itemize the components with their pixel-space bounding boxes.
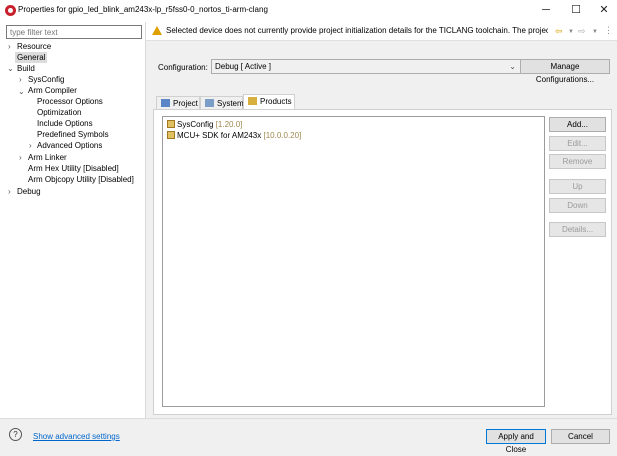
product-version: [10.0.0.20] (263, 131, 302, 140)
close-button[interactable]: ✕ (589, 0, 617, 22)
view-menu-icon[interactable]: ⋮ (604, 25, 613, 36)
ti-logo-icon (5, 5, 16, 16)
warning-icon (152, 26, 162, 35)
tree-item-processor-options[interactable]: Processor Options (37, 96, 103, 107)
tree-item-debug[interactable]: Debug (17, 186, 41, 197)
warning-message: Selected device does not currently provi… (166, 26, 548, 35)
tree-item-resource[interactable]: Resource (17, 41, 51, 52)
back-arrow-icon[interactable]: ⇦ (555, 26, 563, 37)
chevron-down-icon[interactable]: ▼ (592, 29, 598, 35)
tree-item-predefined-symbols[interactable]: Predefined Symbols (37, 129, 109, 140)
tab-project-label: Project (173, 99, 198, 108)
property-tree-pane: › Resource General ⌄ Build › SysConfig ⌄… (0, 22, 146, 418)
forward-arrow-icon[interactable]: ⇨ (578, 26, 586, 37)
tree-item-sysconfig[interactable]: SysConfig (28, 74, 64, 85)
tree-item-include-options[interactable]: Include Options (37, 118, 93, 129)
tab-system-label: System (217, 99, 244, 108)
project-icon (161, 99, 170, 107)
filter-input[interactable] (6, 25, 142, 39)
tab-system[interactable]: System (200, 96, 244, 109)
minimize-button[interactable]: ─ (531, 0, 561, 22)
tree-item-general[interactable]: General (15, 52, 48, 63)
tree-item-arm-linker[interactable]: Arm Linker (28, 152, 67, 163)
system-icon (205, 99, 214, 107)
chevron-right-icon[interactable]: › (8, 42, 11, 51)
product-name: SysConfig (177, 120, 214, 129)
chevron-down-icon[interactable]: ▼ (568, 29, 574, 35)
add-button[interactable]: Add... (549, 117, 606, 132)
chevron-down-icon[interactable]: ⌄ (7, 64, 14, 73)
apply-and-close-button[interactable]: Apply and Close (486, 429, 546, 454)
tree-item-arm-compiler[interactable]: Arm Compiler (28, 85, 77, 96)
edit-button[interactable]: Edit... (549, 136, 606, 151)
tab-project[interactable]: Project (156, 96, 200, 109)
manage-configurations-button[interactable]: Manage Configurations... (520, 59, 610, 84)
tab-products[interactable]: Products (243, 94, 295, 109)
list-item[interactable]: SysConfig [1.20.0] (167, 119, 242, 130)
remove-button[interactable]: Remove (549, 154, 606, 169)
tree-item-optimization[interactable]: Optimization (37, 107, 81, 118)
show-advanced-settings-link[interactable]: Show advanced settings (33, 432, 120, 441)
product-icon (167, 131, 175, 139)
tree-item-build[interactable]: Build (17, 63, 35, 74)
product-icon (167, 120, 175, 128)
chevron-right-icon[interactable]: › (8, 187, 11, 196)
product-name: MCU+ SDK for AM243x (177, 131, 262, 140)
up-button[interactable]: Up (549, 179, 606, 194)
details-button[interactable]: Details... (549, 222, 606, 237)
window-title: Properties for gpio_led_blink_am243x-lp_… (18, 5, 268, 14)
warning-bar: Selected device does not currently provi… (146, 22, 617, 41)
chevron-down-icon[interactable]: ⌄ (18, 87, 25, 96)
help-icon[interactable]: ? (9, 428, 22, 441)
list-item[interactable]: MCU+ SDK for AM243x [10.0.0.20] (167, 130, 301, 141)
tree-item-arm-hex-utility[interactable]: Arm Hex Utility [Disabled] (28, 163, 119, 174)
chevron-right-icon[interactable]: › (19, 75, 22, 84)
title-bar: Properties for gpio_led_blink_am243x-lp_… (0, 0, 617, 22)
configuration-select[interactable]: Debug [ Active ] ⌄ (211, 59, 521, 74)
configuration-label: Configuration: (158, 63, 208, 72)
product-version: [1.20.0] (215, 120, 243, 129)
cancel-button[interactable]: Cancel (551, 429, 610, 444)
products-icon (248, 97, 257, 105)
chevron-right-icon[interactable]: › (29, 141, 32, 150)
down-button[interactable]: Down (549, 198, 606, 213)
chevron-down-icon: ⌄ (509, 62, 516, 71)
products-list[interactable]: SysConfig [1.20.0] MCU+ SDK for AM243x [… (162, 116, 545, 407)
maximize-button[interactable]: ☐ (561, 0, 591, 22)
chevron-right-icon[interactable]: › (19, 153, 22, 162)
tree-item-arm-objcopy-utility[interactable]: Arm Objcopy Utility [Disabled] (28, 174, 134, 185)
tab-products-label: Products (260, 97, 292, 106)
configuration-value: Debug [ Active ] (215, 62, 272, 71)
tree-item-advanced-options[interactable]: Advanced Options (37, 140, 102, 151)
